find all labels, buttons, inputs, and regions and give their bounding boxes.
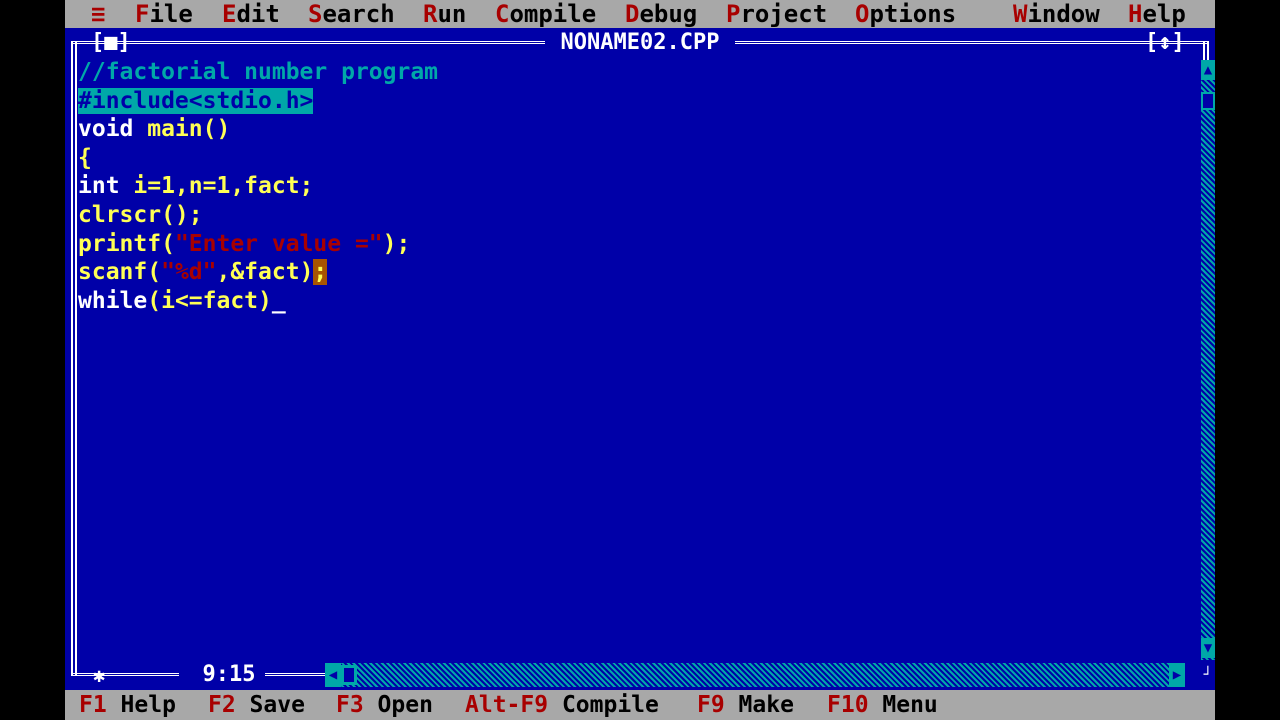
menu-help[interactable]: Help xyxy=(1128,0,1186,28)
code-line-8: scanf("%d",&fact); xyxy=(78,259,328,285)
horizontal-scrollbar[interactable] xyxy=(325,663,1185,687)
code-line-7: printf("Enter value ="); xyxy=(78,231,411,257)
resize-corner-icon[interactable]: ┘ xyxy=(1201,663,1215,687)
vertical-scroll-thumb[interactable] xyxy=(1201,92,1215,110)
scroll-up-arrow-icon[interactable]: ▲ xyxy=(1201,60,1215,80)
scroll-left-arrow-icon[interactable]: ◀ xyxy=(325,663,341,687)
altf9-compile[interactable]: Alt-F9 Compile xyxy=(465,690,659,720)
menu-project[interactable]: Project xyxy=(726,0,827,28)
menu-bar: ≡ File Edit Search Run Compile Debug Pro… xyxy=(65,0,1215,28)
code-line-1: //factorial number program xyxy=(78,59,439,85)
scroll-down-arrow-icon[interactable]: ▼ xyxy=(1201,638,1215,658)
menu-run[interactable]: Run xyxy=(423,0,466,28)
scroll-right-arrow-icon[interactable]: ▶ xyxy=(1169,663,1185,687)
window-zoom-button[interactable]: [↕] xyxy=(1145,30,1205,56)
code-line-9: while(i<=fact)_ xyxy=(78,288,286,314)
cursor-position: 9:15 xyxy=(179,662,279,688)
text-cursor: _ xyxy=(271,288,286,314)
menu-window[interactable]: Window xyxy=(1013,0,1100,28)
f9-make[interactable]: F9 Make xyxy=(697,690,794,720)
code-line-4: { xyxy=(78,145,92,171)
menu-debug[interactable]: Debug xyxy=(625,0,697,28)
f3-open[interactable]: F3 Open xyxy=(336,690,433,720)
menu-edit[interactable]: Edit xyxy=(222,0,280,28)
menu-file[interactable]: File xyxy=(135,0,193,28)
menu-compile[interactable]: Compile xyxy=(495,0,596,28)
f10-menu[interactable]: F10 Menu xyxy=(827,690,938,720)
code-line-2: #include<stdio.h> xyxy=(78,88,314,114)
f2-save[interactable]: F2 Save xyxy=(208,690,305,720)
system-menu[interactable]: ≡ xyxy=(91,0,105,28)
code-line-6: clrscr(); xyxy=(78,202,203,228)
window-frame-left xyxy=(71,42,77,675)
code-line-5: int i=1,n=1,fact; xyxy=(78,173,314,199)
modified-indicator-icon: ✱ xyxy=(93,663,106,687)
code-editor[interactable]: //factorial number program #include<stdi… xyxy=(78,58,1198,658)
turbo-cpp-ide: ≡ File Edit Search Run Compile Debug Pro… xyxy=(65,0,1215,720)
code-line-3: void main() xyxy=(78,116,231,142)
vertical-scrollbar[interactable] xyxy=(1201,60,1215,660)
window-title: NONAME02.CPP xyxy=(545,30,735,56)
menu-options[interactable]: Options xyxy=(855,0,956,28)
menu-search[interactable]: Search xyxy=(308,0,395,28)
horizontal-scroll-thumb[interactable] xyxy=(341,665,357,685)
window-close-button[interactable]: [■] xyxy=(91,30,135,56)
function-key-bar: F1 Help F2 Save F3 Open Alt-F9 Compile F… xyxy=(65,690,1215,720)
f1-help[interactable]: F1 Help xyxy=(79,690,176,720)
window-frame-bottom-2 xyxy=(265,673,325,676)
